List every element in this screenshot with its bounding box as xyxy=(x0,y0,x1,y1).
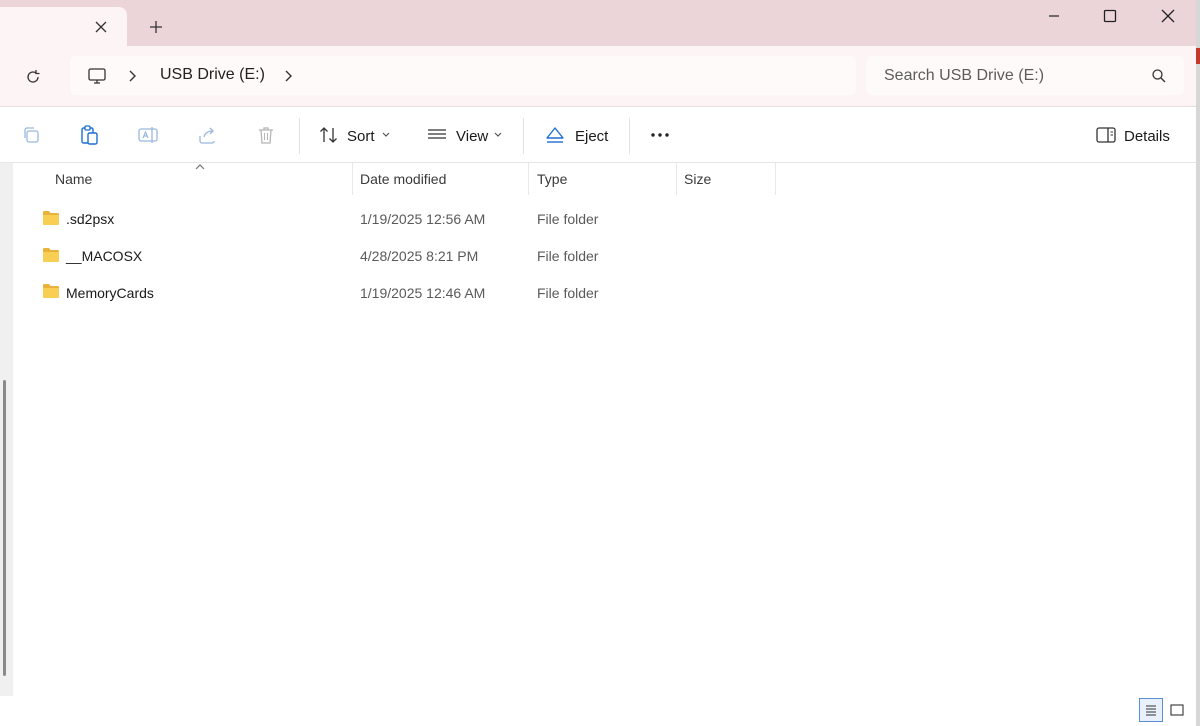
view-icon[interactable] xyxy=(426,124,448,146)
sort-icon[interactable] xyxy=(318,124,340,146)
tiles-view-button[interactable] xyxy=(1165,698,1189,722)
search-input[interactable]: Search USB Drive (E:) xyxy=(884,67,1044,85)
file-name[interactable]: .sd2psx xyxy=(66,211,114,227)
file-name[interactable]: MemoryCards xyxy=(66,285,154,301)
share-icon xyxy=(199,127,215,144)
column-header-type[interactable]: Type xyxy=(537,171,567,187)
file-type: File folder xyxy=(537,248,599,264)
details-view-icon xyxy=(1146,705,1156,716)
nav-pane-edge xyxy=(0,163,13,696)
file-name[interactable]: __MACOSX xyxy=(66,248,142,264)
delete-button[interactable] xyxy=(255,124,277,146)
chevron-down-icon[interactable] xyxy=(493,131,503,139)
file-date: 4/28/2025 8:21 PM xyxy=(360,248,479,264)
folder-icon xyxy=(42,210,60,226)
details-pane-icon[interactable] xyxy=(1095,124,1117,146)
table-row[interactable] xyxy=(36,203,1176,235)
minimize-icon xyxy=(1049,15,1059,17)
file-date: 1/19/2025 12:46 AM xyxy=(360,285,486,301)
share-button[interactable] xyxy=(196,124,218,146)
toolbar-separator xyxy=(299,118,300,154)
column-divider[interactable] xyxy=(676,163,677,195)
file-type: File folder xyxy=(537,285,599,301)
background-window-edge xyxy=(1196,48,1200,64)
folder-icon xyxy=(42,247,60,263)
more-options-button[interactable] xyxy=(649,124,671,146)
tab-close-button[interactable] xyxy=(90,16,112,38)
title-bar xyxy=(0,0,1200,46)
column-divider[interactable] xyxy=(775,163,776,195)
window-edge xyxy=(1196,0,1200,726)
search-icon[interactable] xyxy=(1151,68,1167,84)
rename-button[interactable] xyxy=(137,124,159,146)
scrollbar-thumb[interactable] xyxy=(3,380,6,676)
plus-icon xyxy=(150,21,162,33)
eject-button[interactable]: Eject xyxy=(575,128,608,145)
maximize-icon xyxy=(1103,9,1117,23)
close-window-button[interactable] xyxy=(1138,0,1198,32)
trash-icon xyxy=(259,127,273,144)
toolbar-separator xyxy=(523,118,524,154)
tiles-view-icon xyxy=(1170,704,1184,716)
minimize-button[interactable] xyxy=(1024,0,1084,32)
close-icon xyxy=(95,21,107,33)
file-type: File folder xyxy=(537,211,599,227)
copy-button[interactable] xyxy=(20,124,42,146)
folder-icon xyxy=(42,283,60,299)
close-icon xyxy=(1161,9,1175,23)
chevron-right-icon[interactable] xyxy=(126,68,140,84)
eject-icon[interactable] xyxy=(544,124,566,146)
toolbar-separator xyxy=(629,118,630,154)
breadcrumb-usb-drive[interactable]: USB Drive (E:) xyxy=(160,66,265,84)
details-view-button[interactable] xyxy=(1139,698,1163,722)
chevron-right-icon[interactable] xyxy=(282,68,296,84)
refresh-button[interactable] xyxy=(22,66,44,88)
status-bar xyxy=(0,696,1200,726)
column-header-size[interactable]: Size xyxy=(684,171,711,187)
table-row[interactable] xyxy=(36,240,1176,272)
column-header-date[interactable]: Date modified xyxy=(360,171,446,187)
chevron-down-icon[interactable] xyxy=(381,131,391,139)
paste-button[interactable] xyxy=(79,124,101,146)
details-button[interactable]: Details xyxy=(1124,128,1170,145)
paste-icon xyxy=(81,125,98,145)
this-pc-icon[interactable] xyxy=(86,65,108,87)
maximize-button[interactable] xyxy=(1080,0,1140,32)
new-tab-button[interactable] xyxy=(145,16,167,38)
view-button[interactable]: View xyxy=(456,128,488,145)
column-divider[interactable] xyxy=(528,163,529,195)
file-date: 1/19/2025 12:56 AM xyxy=(360,211,486,227)
refresh-icon xyxy=(27,70,40,83)
table-row[interactable] xyxy=(36,277,1176,309)
rename-icon xyxy=(138,127,158,143)
column-divider[interactable] xyxy=(352,163,353,195)
copy-icon xyxy=(24,127,39,143)
sort-button[interactable]: Sort xyxy=(347,128,375,145)
more-icon xyxy=(651,133,669,137)
column-header-name[interactable]: Name xyxy=(55,171,92,187)
sort-ascending-icon xyxy=(194,163,206,171)
